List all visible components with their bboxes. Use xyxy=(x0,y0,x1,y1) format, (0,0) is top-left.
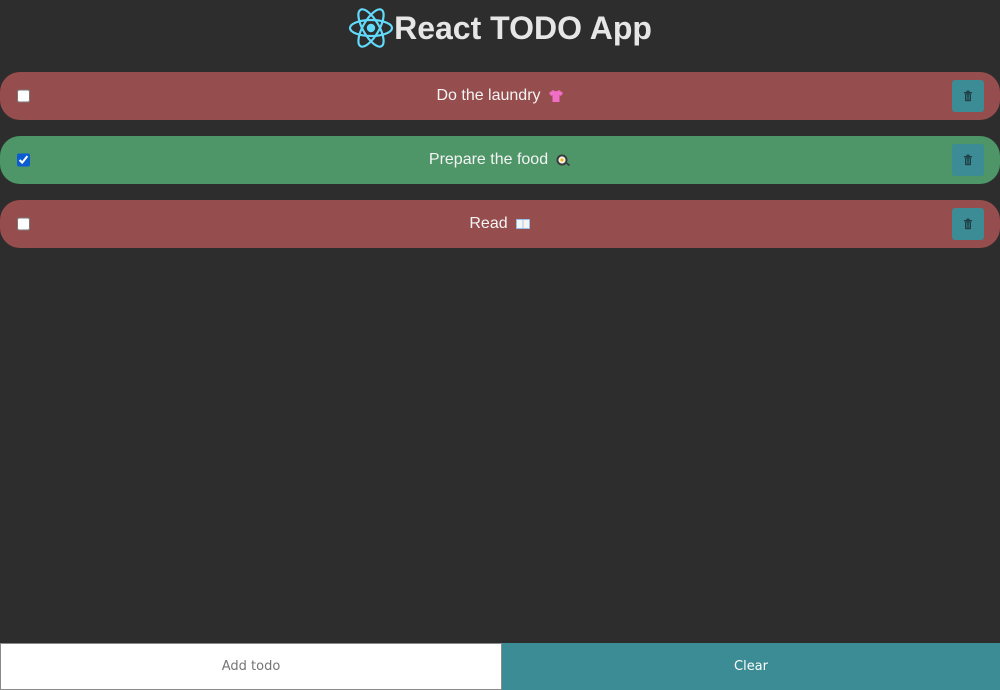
book-icon xyxy=(515,219,530,229)
app-header: React TODO App xyxy=(0,0,1000,56)
tshirt-icon xyxy=(548,90,563,102)
todo-label: Read xyxy=(469,215,508,232)
react-atom-icon xyxy=(348,8,394,48)
clear-button[interactable]: Clear xyxy=(502,643,1000,690)
todo-text: Do the laundry xyxy=(436,87,563,105)
todo-text: Read xyxy=(469,215,530,233)
todo-label: Do the laundry xyxy=(436,87,541,104)
delete-button[interactable] xyxy=(952,144,984,176)
trash-icon xyxy=(964,90,972,102)
todo-app: React TODO App Do the laundry Prepare th… xyxy=(0,0,1000,690)
trash-icon xyxy=(964,154,972,166)
todo-checkbox[interactable] xyxy=(17,153,30,167)
todo-item: Prepare the food xyxy=(0,136,1000,184)
todo-checkbox[interactable] xyxy=(17,217,30,231)
todo-text: Prepare the food xyxy=(429,151,571,169)
todo-list: Do the laundry Prepare the food Read xyxy=(0,72,1000,264)
frying-pan-icon xyxy=(556,154,571,167)
todo-checkbox[interactable] xyxy=(17,89,30,103)
trash-icon xyxy=(964,218,972,230)
todo-footer: Clear xyxy=(0,643,1000,690)
todo-label: Prepare the food xyxy=(428,151,549,168)
delete-button[interactable] xyxy=(952,80,984,112)
todo-item: Do the laundry xyxy=(0,72,1000,120)
page-title: React TODO App xyxy=(394,9,652,46)
todo-item: Read xyxy=(0,200,1000,248)
add-todo-input[interactable] xyxy=(0,643,502,690)
delete-button[interactable] xyxy=(952,208,984,240)
